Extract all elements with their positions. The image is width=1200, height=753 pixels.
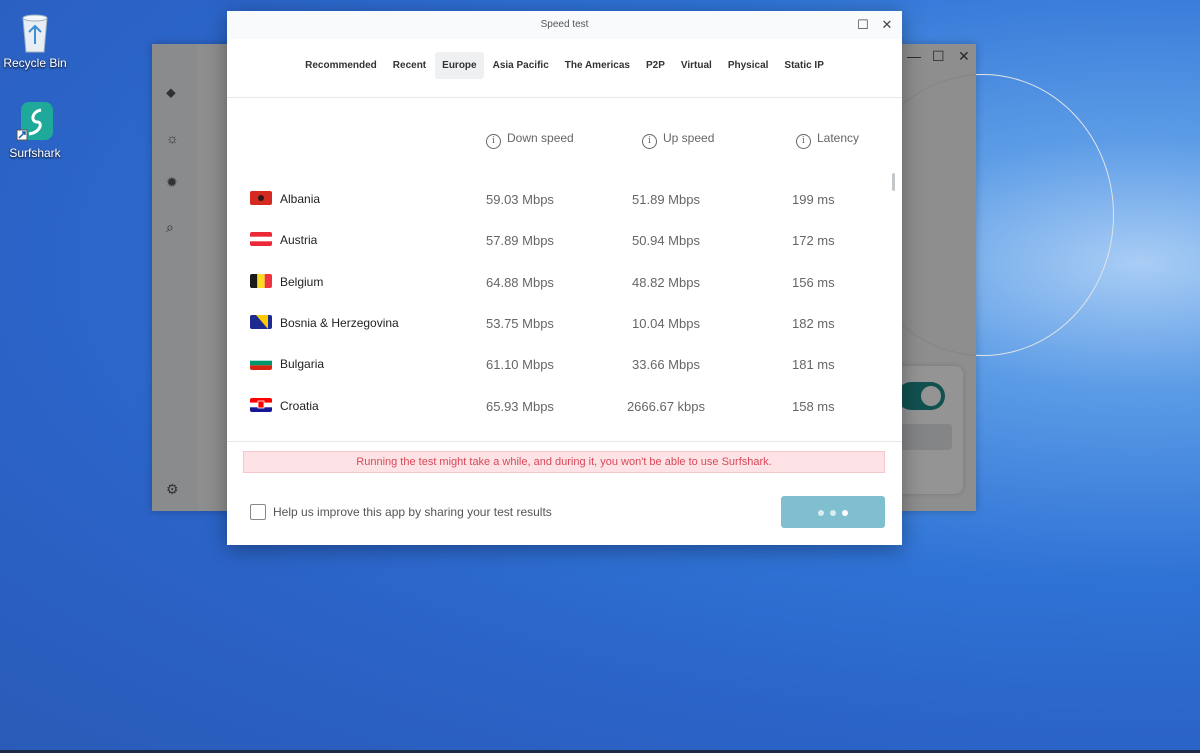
list-scrollbar[interactable] bbox=[892, 173, 895, 191]
loading-dot bbox=[830, 510, 836, 516]
desktop-icon-surfshark[interactable]: Surfshark bbox=[0, 100, 70, 160]
tab-europe[interactable]: Europe bbox=[435, 52, 484, 79]
share-results-checkbox[interactable] bbox=[250, 504, 266, 520]
up-speed-header-label: Up speed bbox=[663, 131, 715, 145]
recycle-bin-label: Recycle Bin bbox=[3, 56, 67, 70]
latency-value: 182 ms bbox=[792, 315, 835, 331]
country-name: Bulgaria bbox=[280, 357, 325, 372]
down-speed-header-label: Down speed bbox=[507, 131, 574, 145]
warning-banner: Running the test might take a while, and… bbox=[243, 451, 885, 473]
speed-test-dialog: Speed test ☐ ✕ Recommended Recent Europe As… bbox=[227, 11, 902, 545]
flag-croatia-icon bbox=[250, 397, 272, 412]
maximize-button[interactable]: ☐ bbox=[853, 15, 873, 35]
flag-belgium-icon bbox=[250, 273, 272, 288]
country-name: Bosnia & Herzegovina bbox=[280, 315, 399, 330]
up-speed-value: 33.66 Mbps bbox=[632, 357, 700, 373]
up-speed-value: 48.82 Mbps bbox=[632, 274, 700, 290]
tab-virtual[interactable]: Virtual bbox=[674, 52, 719, 79]
flag-bosnia-herzegovina-icon bbox=[250, 314, 272, 329]
up-speed-value: 2666.67 kbps bbox=[626, 398, 706, 414]
country-name: Croatia bbox=[280, 398, 319, 413]
close-button[interactable]: ✕ bbox=[877, 15, 897, 35]
recycle-bin-icon bbox=[15, 10, 55, 54]
flag-austria-icon bbox=[250, 232, 272, 247]
column-headers: i Down speed i Up speed i Latency bbox=[227, 131, 902, 151]
tab-recent[interactable]: Recent bbox=[386, 52, 433, 79]
down-speed-value: 53.75 Mbps bbox=[486, 315, 554, 331]
country-name: Austria bbox=[280, 233, 318, 248]
surfshark-label: Surfshark bbox=[9, 146, 61, 160]
latency-value: 156 ms bbox=[792, 274, 835, 290]
server-row[interactable]: Bulgaria 61.10 Mbps 33.66 Mbps 181 ms bbox=[227, 355, 886, 375]
latency-header: i Latency bbox=[796, 131, 859, 149]
tab-static-ip[interactable]: Static IP bbox=[777, 52, 830, 79]
tabs-divider bbox=[227, 97, 902, 98]
server-row[interactable]: Belgium 64.88 Mbps 48.82 Mbps 156 ms bbox=[227, 273, 886, 293]
flag-bulgaria-icon bbox=[250, 356, 272, 371]
down-speed-value: 57.89 Mbps bbox=[486, 233, 554, 249]
down-speed-value: 61.10 Mbps bbox=[486, 357, 554, 373]
up-speed-header: i Up speed bbox=[642, 131, 714, 149]
surfshark-icon bbox=[15, 100, 55, 144]
latency-value: 199 ms bbox=[792, 192, 835, 207]
server-row[interactable]: Bosnia & Herzegovina 53.75 Mbps 10.04 Mbps… bbox=[227, 314, 886, 334]
dialog-title: Speed test bbox=[540, 19, 589, 30]
flag-albania-icon bbox=[250, 191, 272, 205]
share-results-label[interactable]: Help us improve this app by sharing your… bbox=[273, 505, 552, 519]
close-icon: ✕ bbox=[881, 17, 893, 32]
server-row[interactable]: Cyprus57.19 Mbps51.50 Mbps208 ms bbox=[227, 438, 886, 439]
dialog-titlebar: Speed test ☐ ✕ bbox=[227, 11, 902, 39]
tab-physical[interactable]: Physical bbox=[721, 52, 776, 79]
tab-asia-pacific[interactable]: Asia Pacific bbox=[486, 52, 556, 79]
down-speed-value: 65.93 Mbps bbox=[486, 398, 554, 414]
region-tabs: Recommended Recent Europe Asia Pacific The A… bbox=[227, 52, 902, 82]
down-speed-value: 59.03 Mbps bbox=[486, 192, 554, 207]
down-speed-value: 64.88 Mbps bbox=[486, 274, 554, 290]
desktop-icon-recycle-bin[interactable]: Recycle Bin bbox=[0, 10, 70, 70]
loading-dot bbox=[842, 510, 848, 516]
info-icon[interactable]: i bbox=[642, 134, 657, 149]
server-row[interactable]: Austria 57.89 Mbps 50.94 Mbps 172 ms bbox=[227, 231, 886, 251]
latency-value: 158 ms bbox=[792, 398, 835, 414]
up-speed-value: 51.89 Mbps bbox=[632, 192, 700, 207]
loading-dot bbox=[818, 510, 824, 516]
up-speed-value: 50.94 Mbps bbox=[632, 233, 700, 249]
tab-the-americas[interactable]: The Americas bbox=[558, 52, 637, 79]
country-name: Belgium bbox=[280, 274, 324, 289]
info-icon[interactable]: i bbox=[796, 134, 811, 149]
up-speed-value: 10.04 Mbps bbox=[632, 315, 700, 331]
tab-recommended[interactable]: Recommended bbox=[298, 52, 384, 79]
latency-value: 181 ms bbox=[792, 357, 835, 373]
tab-p2p[interactable]: P2P bbox=[639, 52, 672, 79]
latency-header-label: Latency bbox=[817, 131, 860, 145]
run-test-button[interactable] bbox=[781, 496, 885, 528]
country-name: Albania bbox=[280, 192, 321, 206]
latency-value: 172 ms bbox=[792, 233, 835, 249]
list-divider bbox=[227, 441, 902, 442]
server-list[interactable]: Albania 59.03 Mbps 51.89 Mbps 199 ms Austria… bbox=[227, 169, 886, 439]
maximize-icon: ☐ bbox=[857, 17, 869, 32]
server-row[interactable]: Croatia 65.93 Mbps 2666.67 kbps 158 ms bbox=[227, 397, 886, 417]
server-row[interactable]: Albania 59.03 Mbps 51.89 Mbps 199 ms bbox=[227, 190, 886, 210]
down-speed-header: i Down speed bbox=[486, 131, 574, 149]
info-icon[interactable]: i bbox=[486, 134, 501, 149]
